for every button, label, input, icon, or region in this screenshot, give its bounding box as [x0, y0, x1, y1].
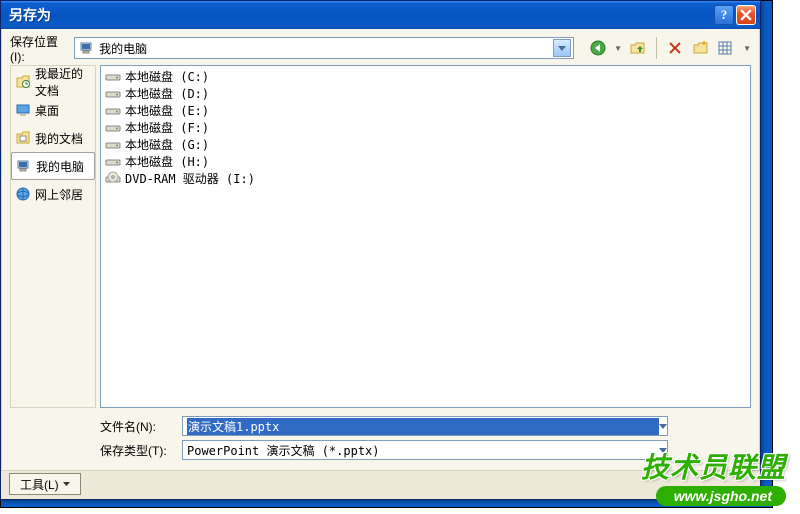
chevron-down-icon — [659, 448, 667, 453]
filename-value: 演示文稿1.pptx — [187, 418, 659, 435]
file-label: 本地磁盘 (C:) — [125, 68, 209, 85]
filetype-label: 保存类型(T): — [100, 442, 176, 459]
delete-icon — [668, 41, 682, 55]
computer-icon — [79, 40, 95, 56]
place-network[interactable]: 网上邻居 — [11, 180, 95, 208]
drive-icon — [105, 103, 121, 119]
chevron-down-icon — [63, 482, 70, 486]
file-label: 本地磁盘 (D:) — [125, 85, 209, 102]
close-button[interactable] — [736, 5, 756, 25]
place-label: 我的电脑 — [36, 158, 84, 175]
drive-icon — [105, 120, 121, 136]
place-label: 我最近的文档 — [35, 65, 91, 99]
places-bar: 我最近的文档桌面我的文档我的电脑网上邻居 — [10, 65, 96, 408]
file-item[interactable]: 本地磁盘 (E:) — [105, 102, 746, 119]
views-button[interactable] — [717, 38, 737, 58]
file-item[interactable]: 本地磁盘 (F:) — [105, 119, 746, 136]
help-button[interactable]: ? — [714, 5, 734, 25]
close-icon — [740, 9, 752, 21]
file-label: 本地磁盘 (E:) — [125, 102, 209, 119]
drive-icon — [105, 69, 121, 85]
tools-button[interactable]: 工具(L) — [9, 473, 81, 495]
drive-icon — [105, 137, 121, 153]
mydocs-icon — [15, 130, 31, 146]
chevron-down-icon — [558, 46, 566, 51]
file-item[interactable]: 本地磁盘 (C:) — [105, 68, 746, 85]
location-row: 保存位置(I): 我的电脑 ▼ ▼ — [10, 35, 751, 61]
new-folder-icon — [693, 40, 709, 56]
views-icon — [718, 40, 736, 56]
place-label: 我的文档 — [35, 130, 83, 147]
file-item[interactable]: DVD-RAM 驱动器 (I:) — [105, 170, 746, 187]
new-folder-button[interactable] — [691, 38, 711, 58]
dialog-client: 保存位置(I): 我的电脑 ▼ ▼ 我 — [1, 29, 760, 471]
file-label: DVD-RAM 驱动器 (I:) — [125, 170, 255, 187]
file-label: 本地磁盘 (H:) — [125, 153, 209, 170]
dialog-title: 另存为 — [9, 5, 712, 25]
file-label: 本地磁盘 (G:) — [125, 136, 209, 153]
file-item[interactable]: 本地磁盘 (H:) — [105, 153, 746, 170]
bottom-fields: 文件名(N): 演示文稿1.pptx 保存类型(T): PowerPoint 演… — [100, 414, 751, 462]
place-mydocs[interactable]: 我的文档 — [11, 124, 95, 152]
titlebar: 另存为 ? — [1, 1, 760, 29]
dropdown-arrow[interactable] — [553, 39, 571, 57]
recent-icon — [15, 74, 31, 90]
filetype-combo[interactable]: PowerPoint 演示文稿 (*.pptx) — [182, 440, 668, 460]
place-label: 桌面 — [35, 102, 59, 119]
filetype-value: PowerPoint 演示文稿 (*.pptx) — [187, 442, 659, 459]
file-label: 本地磁盘 (F:) — [125, 119, 209, 136]
filetype-dropdown[interactable] — [659, 448, 667, 453]
back-icon — [590, 40, 606, 56]
mycomputer-icon — [16, 158, 32, 174]
location-text: 我的电脑 — [99, 40, 553, 57]
network-icon — [15, 186, 31, 202]
filename-input[interactable]: 演示文稿1.pptx — [182, 416, 668, 436]
up-button[interactable] — [628, 38, 648, 58]
toolbar: ▼ ▼ — [588, 37, 751, 59]
file-item[interactable]: 本地磁盘 (G:) — [105, 136, 746, 153]
save-in-label: 保存位置(I): — [10, 33, 70, 64]
filename-dropdown[interactable] — [659, 424, 667, 429]
dvd-icon — [105, 171, 121, 187]
save-as-dialog: 另存为 ? 保存位置(I): 我的电脑 ▼ — [0, 0, 761, 500]
folder-up-icon — [630, 40, 646, 56]
footer: 工具(L) 保存(S) 取消 — [1, 471, 760, 499]
drive-icon — [105, 86, 121, 102]
filename-label: 文件名(N): — [100, 418, 176, 435]
back-button[interactable] — [588, 38, 608, 58]
middle-area: 我最近的文档桌面我的文档我的电脑网上邻居 本地磁盘 (C:)本地磁盘 (D:)本… — [10, 65, 751, 408]
place-recent[interactable]: 我最近的文档 — [11, 68, 95, 96]
file-item[interactable]: 本地磁盘 (D:) — [105, 85, 746, 102]
chevron-down-icon — [659, 424, 667, 429]
location-combo[interactable]: 我的电脑 — [74, 37, 574, 59]
desktop-icon — [15, 102, 31, 118]
place-label: 网上邻居 — [35, 186, 83, 203]
place-mycomputer[interactable]: 我的电脑 — [11, 152, 95, 180]
drive-icon — [105, 154, 121, 170]
place-desktop[interactable]: 桌面 — [11, 96, 95, 124]
file-list[interactable]: 本地磁盘 (C:)本地磁盘 (D:)本地磁盘 (E:)本地磁盘 (F:)本地磁盘… — [100, 65, 751, 408]
delete-button[interactable] — [665, 38, 685, 58]
